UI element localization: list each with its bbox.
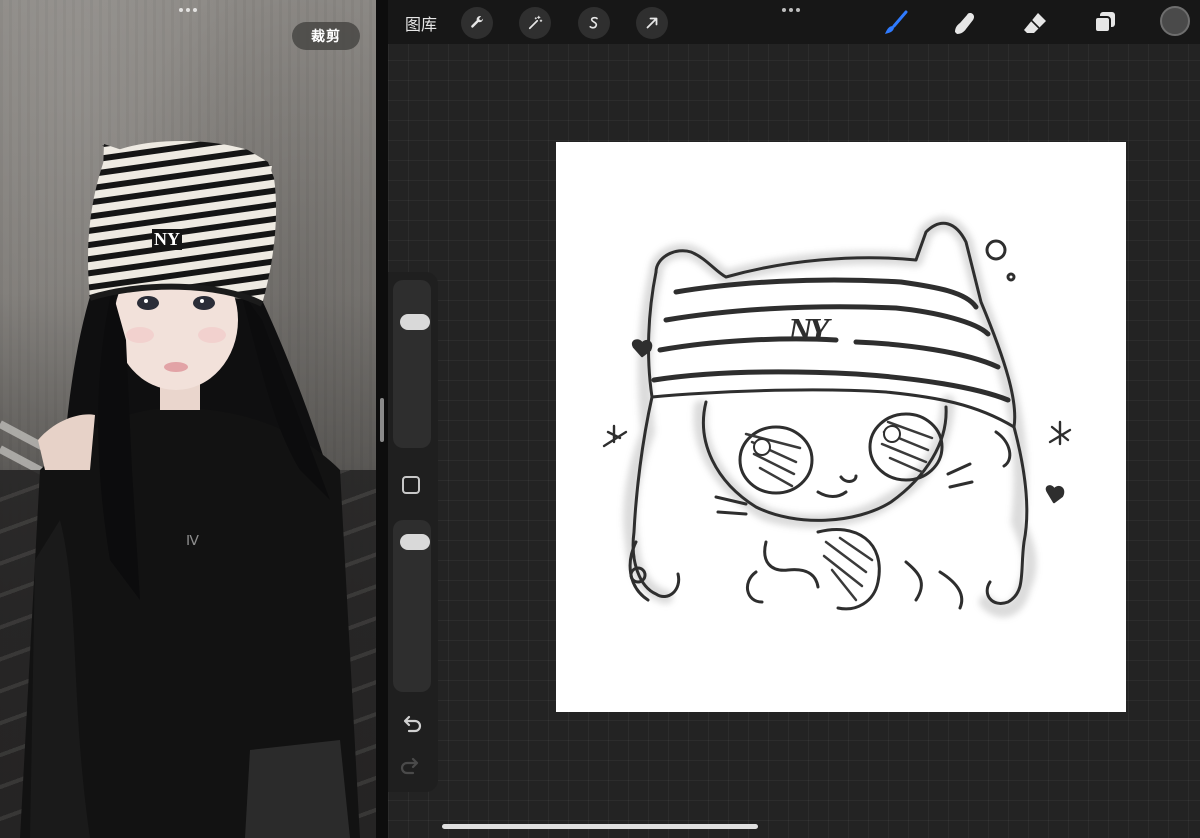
layers-button[interactable] (1090, 8, 1120, 38)
color-swatch[interactable] (1160, 6, 1190, 36)
canvas-hat-logo: NY (788, 312, 829, 349)
adjustments-button[interactable] (519, 7, 551, 39)
brush-tool-button[interactable] (880, 8, 910, 38)
hat-logo: NY (152, 229, 182, 250)
chibi-sketch (602, 216, 1072, 618)
selection-s-icon (589, 16, 598, 29)
drawing-canvas[interactable]: NY (556, 142, 1126, 712)
layers-icon (1094, 12, 1115, 33)
opacity-slider-thumb[interactable] (400, 534, 430, 551)
brush-size-slider[interactable] (393, 280, 431, 448)
reference-photo-pane[interactable]: Ⅳ NY 裁剪 (0, 0, 376, 838)
split-view-grabber[interactable] (380, 398, 384, 442)
smudge-finger-icon (955, 13, 975, 34)
opacity-slider[interactable] (393, 520, 431, 692)
transform-button[interactable] (636, 7, 668, 39)
arrow-cursor-icon (646, 17, 658, 29)
brush-icon (885, 10, 908, 34)
actions-wrench-button[interactable] (461, 7, 493, 39)
home-indicator[interactable] (442, 824, 758, 829)
top-toolbar (388, 0, 1200, 44)
reference-photo: Ⅳ (20, 141, 360, 838)
selection-button[interactable] (578, 7, 610, 39)
modify-button[interactable] (402, 476, 420, 494)
smudge-tool-button[interactable] (950, 8, 980, 38)
redo-icon[interactable] (398, 754, 424, 780)
sweater-logo: Ⅳ (186, 534, 199, 549)
magic-wand-icon (528, 15, 543, 30)
eraser-icon (1024, 13, 1046, 33)
toolbar-more-dots[interactable] (782, 8, 800, 12)
crop-button[interactable]: 裁剪 (292, 22, 360, 50)
undo-icon[interactable] (398, 712, 424, 738)
pane-multitask-handle[interactable] (176, 8, 200, 16)
wrench-icon (471, 16, 484, 28)
gallery-button[interactable]: 图库 (405, 11, 437, 35)
eraser-tool-button[interactable] (1020, 8, 1050, 38)
brush-size-slider-thumb[interactable] (400, 314, 430, 331)
